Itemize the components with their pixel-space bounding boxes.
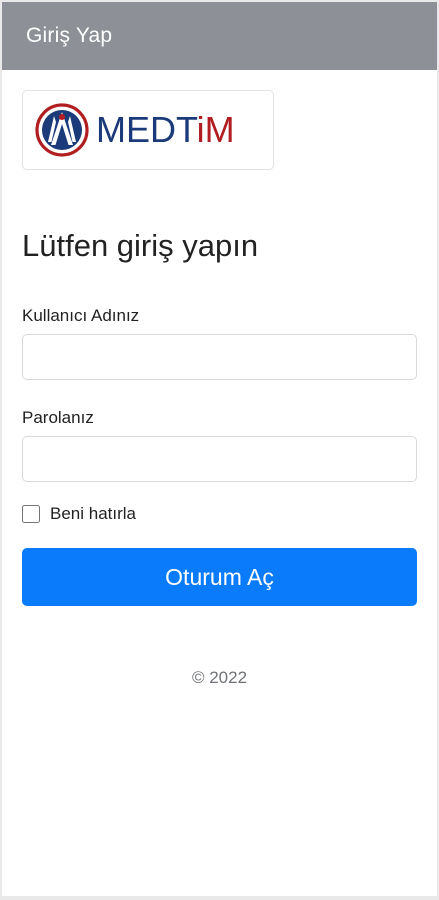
login-button[interactable]: Oturum Aç [22,548,417,606]
medtim-wordmark: MEDTiM [96,109,235,150]
app-header: Giriş Yap [2,2,437,70]
brand-logo: MEDTiM [22,90,274,170]
medtim-emblem-icon [35,103,89,157]
login-screen: Giriş Yap MEDTiM Lütfen giriş yapın Kull… [2,2,437,896]
password-label: Parolanız [22,408,94,427]
username-input[interactable] [22,334,417,380]
remember-me-row[interactable]: Beni hatırla [22,504,136,524]
remember-me-label: Beni hatırla [50,504,136,523]
password-input[interactable] [22,436,417,482]
copyright-footer: © 2022 [191,668,248,687]
page-title: Lütfen giriş yapın [22,228,259,263]
header-title: Giriş Yap [26,24,113,47]
username-label: Kullanıcı Adınız [22,306,140,325]
remember-me-checkbox[interactable] [22,505,40,523]
